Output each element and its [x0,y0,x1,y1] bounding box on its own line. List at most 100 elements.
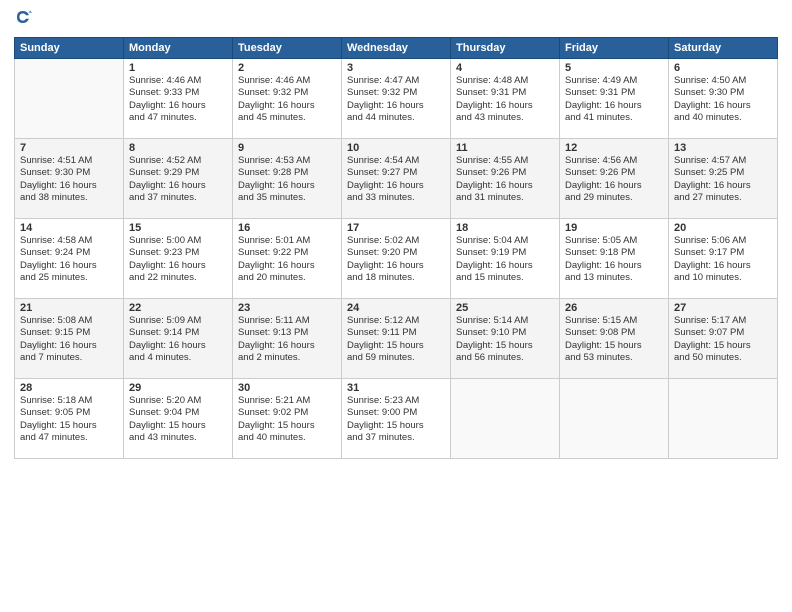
day-info-line: Daylight: 16 hours [20,180,118,192]
day-info-line: Daylight: 15 hours [20,420,118,432]
day-number: 17 [347,222,445,234]
day-info-line: Daylight: 15 hours [674,340,772,352]
day-info-line: Sunset: 9:14 PM [129,327,227,339]
day-info-line: Sunrise: 5:09 AM [129,315,227,327]
calendar-cell: 25Sunrise: 5:14 AMSunset: 9:10 PMDayligh… [451,299,560,379]
day-info-line: Daylight: 16 hours [238,100,336,112]
calendar-cell: 4Sunrise: 4:48 AMSunset: 9:31 PMDaylight… [451,59,560,139]
day-number: 31 [347,382,445,394]
day-number: 11 [456,142,554,154]
day-info-line: Sunset: 9:10 PM [456,327,554,339]
calendar-week-row: 14Sunrise: 4:58 AMSunset: 9:24 PMDayligh… [15,219,778,299]
day-info-line: Daylight: 16 hours [20,260,118,272]
day-info-line: and 22 minutes. [129,272,227,284]
day-info-line: Daylight: 15 hours [347,340,445,352]
day-number: 16 [238,222,336,234]
day-info-line: and 45 minutes. [238,112,336,124]
day-number: 7 [20,142,118,154]
day-info-line: Daylight: 16 hours [20,340,118,352]
day-info-line: and 38 minutes. [20,192,118,204]
day-info-line: Daylight: 16 hours [674,260,772,272]
day-info-line: Daylight: 16 hours [238,340,336,352]
logo-icon [14,8,32,26]
day-number: 30 [238,382,336,394]
day-info-line: Daylight: 16 hours [565,180,663,192]
calendar-cell: 29Sunrise: 5:20 AMSunset: 9:04 PMDayligh… [124,379,233,459]
day-info-line: Daylight: 16 hours [456,100,554,112]
calendar-cell: 5Sunrise: 4:49 AMSunset: 9:31 PMDaylight… [560,59,669,139]
calendar-cell: 19Sunrise: 5:05 AMSunset: 9:18 PMDayligh… [560,219,669,299]
day-info-line: Sunrise: 5:08 AM [20,315,118,327]
day-number: 12 [565,142,663,154]
day-info-line: Daylight: 16 hours [565,100,663,112]
day-info-line: Sunrise: 5:20 AM [129,395,227,407]
calendar-cell: 8Sunrise: 4:52 AMSunset: 9:29 PMDaylight… [124,139,233,219]
day-info-line: and 44 minutes. [347,112,445,124]
day-info-line: Sunset: 9:29 PM [129,167,227,179]
day-number: 5 [565,62,663,74]
day-number: 4 [456,62,554,74]
day-info-line: Sunset: 9:00 PM [347,407,445,419]
day-info-line: Sunrise: 4:56 AM [565,155,663,167]
day-info-line: Sunset: 9:27 PM [347,167,445,179]
day-info-line: Sunrise: 4:53 AM [238,155,336,167]
day-info-line: Sunset: 9:24 PM [20,247,118,259]
day-number: 23 [238,302,336,314]
calendar-cell: 23Sunrise: 5:11 AMSunset: 9:13 PMDayligh… [233,299,342,379]
day-info-line: Daylight: 16 hours [456,180,554,192]
day-info-line: Sunrise: 4:51 AM [20,155,118,167]
day-info-line: and 37 minutes. [347,432,445,444]
day-info-line: Sunset: 9:18 PM [565,247,663,259]
header [14,10,778,31]
day-info-line: Daylight: 15 hours [456,340,554,352]
day-number: 24 [347,302,445,314]
calendar-week-row: 21Sunrise: 5:08 AMSunset: 9:15 PMDayligh… [15,299,778,379]
weekday-header-sunday: Sunday [15,38,124,59]
day-info-line: Sunrise: 5:02 AM [347,235,445,247]
day-number: 3 [347,62,445,74]
calendar-cell: 31Sunrise: 5:23 AMSunset: 9:00 PMDayligh… [342,379,451,459]
day-number: 22 [129,302,227,314]
day-info-line: and 7 minutes. [20,352,118,364]
day-info-line: Daylight: 15 hours [565,340,663,352]
day-number: 28 [20,382,118,394]
day-info-line: Sunset: 9:11 PM [347,327,445,339]
day-info-line: Sunrise: 4:47 AM [347,75,445,87]
day-number: 2 [238,62,336,74]
day-info-line: Sunrise: 4:58 AM [20,235,118,247]
day-info-line: and 59 minutes. [347,352,445,364]
calendar-week-row: 1Sunrise: 4:46 AMSunset: 9:33 PMDaylight… [15,59,778,139]
day-info-line: and 18 minutes. [347,272,445,284]
day-info-line: Sunrise: 4:46 AM [238,75,336,87]
day-info-line: and 40 minutes. [674,112,772,124]
day-number: 20 [674,222,772,234]
day-info-line: and 20 minutes. [238,272,336,284]
day-number: 25 [456,302,554,314]
calendar-cell: 12Sunrise: 4:56 AMSunset: 9:26 PMDayligh… [560,139,669,219]
day-info-line: Daylight: 15 hours [347,420,445,432]
day-number: 8 [129,142,227,154]
day-info-line: Sunset: 9:26 PM [456,167,554,179]
day-info-line: and 53 minutes. [565,352,663,364]
calendar-cell: 24Sunrise: 5:12 AMSunset: 9:11 PMDayligh… [342,299,451,379]
calendar-cell: 16Sunrise: 5:01 AMSunset: 9:22 PMDayligh… [233,219,342,299]
day-info-line: and 35 minutes. [238,192,336,204]
day-info-line: Sunset: 9:32 PM [238,87,336,99]
day-info-line: Sunrise: 4:46 AM [129,75,227,87]
day-number: 15 [129,222,227,234]
day-info-line: Daylight: 16 hours [238,180,336,192]
day-info-line: Daylight: 16 hours [129,100,227,112]
day-info-line: Sunrise: 5:14 AM [456,315,554,327]
day-info-line: and 43 minutes. [129,432,227,444]
day-number: 27 [674,302,772,314]
day-info-line: and 50 minutes. [674,352,772,364]
day-info-line: and 31 minutes. [456,192,554,204]
calendar-cell: 18Sunrise: 5:04 AMSunset: 9:19 PMDayligh… [451,219,560,299]
day-info-line: Sunset: 9:19 PM [456,247,554,259]
day-info-line: Sunset: 9:05 PM [20,407,118,419]
day-info-line: Sunrise: 5:23 AM [347,395,445,407]
weekday-header-saturday: Saturday [669,38,778,59]
calendar-cell: 28Sunrise: 5:18 AMSunset: 9:05 PMDayligh… [15,379,124,459]
calendar-cell: 13Sunrise: 4:57 AMSunset: 9:25 PMDayligh… [669,139,778,219]
day-info-line: Sunset: 9:20 PM [347,247,445,259]
